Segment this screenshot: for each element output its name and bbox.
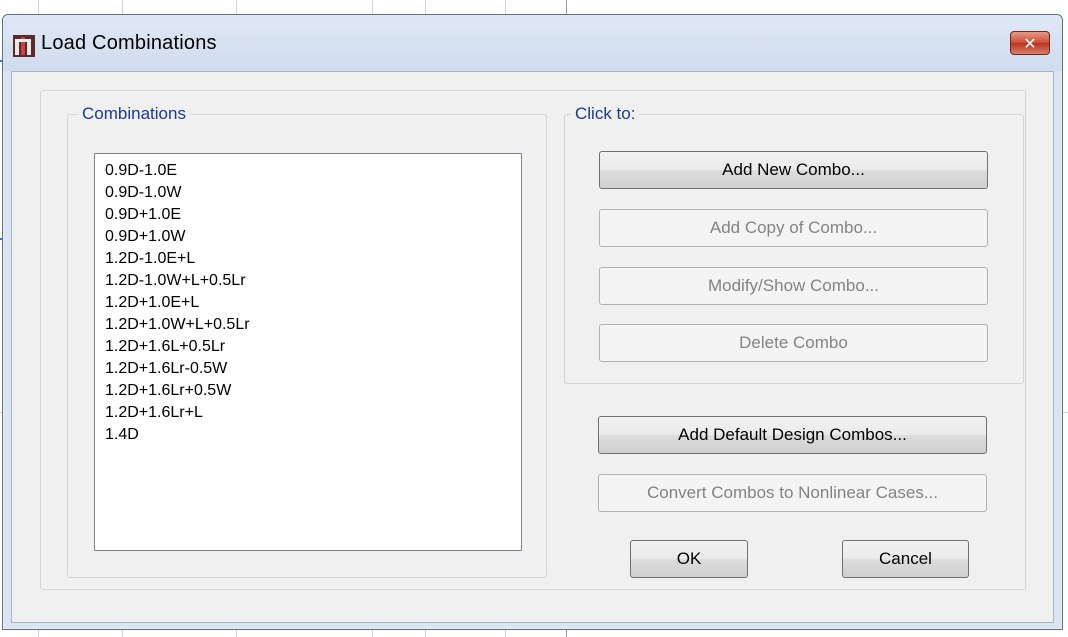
list-item[interactable]: 1.2D+1.6Lr+0.5W (105, 380, 521, 402)
combinations-listbox[interactable]: 0.9D-1.0E 0.9D-1.0W 0.9D+1.0E 0.9D+1.0W … (94, 153, 522, 551)
title-bar[interactable]: Load Combinations ✕ (3, 15, 1062, 71)
list-item[interactable]: 1.2D+1.6Lr-0.5W (105, 358, 521, 380)
list-item[interactable]: 1.2D-1.0E+L (105, 248, 521, 270)
convert-combos-button[interactable]: Convert Combos to Nonlinear Cases... (598, 474, 987, 512)
list-item[interactable]: 1.4D (105, 424, 521, 446)
list-item[interactable]: 1.2D+1.6Lr+L (105, 402, 521, 424)
add-copy-combo-button[interactable]: Add Copy of Combo... (599, 209, 988, 247)
load-combinations-dialog: Load Combinations ✕ Combinations 0.9D-1.… (2, 14, 1063, 630)
dialog-client-area: Combinations 0.9D-1.0E 0.9D-1.0W 0.9D+1.… (11, 71, 1054, 623)
close-button[interactable]: ✕ (1010, 31, 1050, 55)
delete-combo-button[interactable]: Delete Combo (599, 324, 988, 362)
click-to-group: Click to: Add New Combo... Add Copy of C… (564, 104, 1024, 384)
ok-button[interactable]: OK (630, 540, 748, 578)
add-default-design-combos-button[interactable]: Add Default Design Combos... (598, 416, 987, 454)
list-item[interactable]: 1.2D+1.0W+L+0.5Lr (105, 314, 521, 336)
list-item[interactable]: 1.2D+1.6L+0.5Lr (105, 336, 521, 358)
app-icon (13, 35, 35, 57)
modify-show-combo-button[interactable]: Modify/Show Combo... (599, 267, 988, 305)
list-item[interactable]: 0.9D-1.0E (105, 160, 521, 182)
list-item[interactable]: 0.9D-1.0W (105, 182, 521, 204)
cancel-button[interactable]: Cancel (842, 540, 969, 578)
dialog-frame: Combinations 0.9D-1.0E 0.9D-1.0W 0.9D+1.… (40, 90, 1026, 590)
window-title: Load Combinations (41, 32, 217, 54)
list-item[interactable]: 1.2D-1.0W+L+0.5Lr (105, 270, 521, 292)
close-icon: ✕ (1023, 33, 1037, 53)
list-item[interactable]: 0.9D+1.0E (105, 204, 521, 226)
click-to-legend: Click to: (571, 104, 640, 124)
list-item[interactable]: 0.9D+1.0W (105, 226, 521, 248)
list-item[interactable]: 1.2D+1.0E+L (105, 292, 521, 314)
add-new-combo-button[interactable]: Add New Combo... (599, 151, 988, 189)
combinations-legend: Combinations (78, 104, 190, 124)
combinations-group: Combinations 0.9D-1.0E 0.9D-1.0W 0.9D+1.… (67, 104, 547, 578)
